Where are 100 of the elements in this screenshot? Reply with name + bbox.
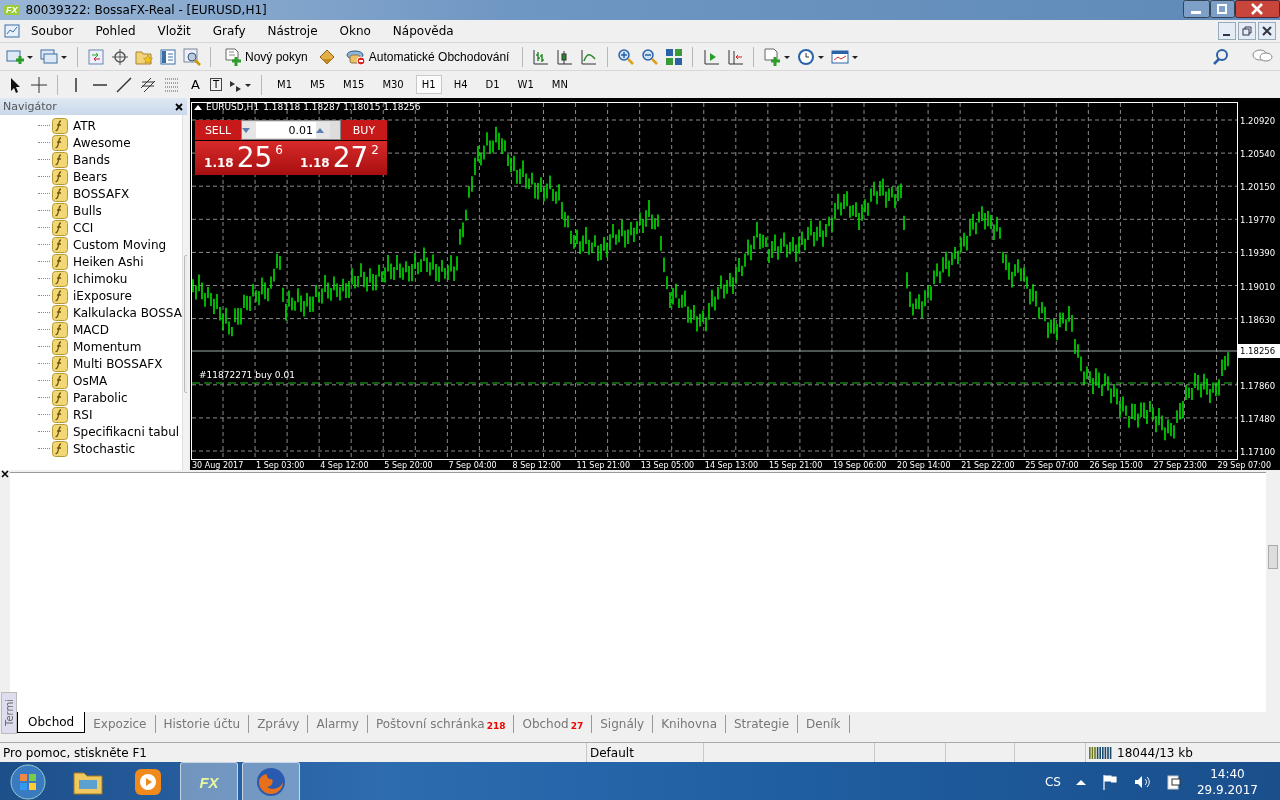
label-tool[interactable]: T — [209, 78, 222, 91]
flag-icon[interactable] — [1100, 773, 1119, 791]
terminal-tab[interactable]: Deník — [798, 715, 850, 733]
indicator-item[interactable]: Awesome — [73, 135, 131, 150]
terminal-tab[interactable]: Historie účtu — [155, 715, 250, 733]
crosshair-icon[interactable] — [111, 47, 129, 66]
terminal-tab[interactable]: Obchod — [17, 712, 86, 733]
text-tool[interactable]: A — [187, 77, 204, 92]
sell-button[interactable]: SELL — [195, 120, 241, 140]
close-icon[interactable] — [1235, 0, 1280, 18]
menu-item[interactable]: Nástroje — [256, 24, 329, 38]
function-icon — [52, 168, 68, 185]
function-icon — [52, 219, 68, 236]
candlestick-icon[interactable] — [556, 47, 575, 66]
tray-expand-icon[interactable] — [1074, 778, 1087, 786]
buy-button[interactable]: BUY — [341, 120, 387, 140]
language-indicator[interactable]: CS — [1044, 775, 1061, 789]
menu-item[interactable]: Nápověda — [381, 24, 465, 38]
document-add-icon — [224, 47, 242, 66]
function-icon — [52, 185, 68, 202]
timeframe-tab[interactable]: M30 — [376, 75, 410, 94]
search-icon[interactable] — [1212, 47, 1230, 66]
terminal-tab[interactable]: Strategie — [726, 715, 799, 733]
zoom-out-icon[interactable] — [641, 47, 660, 66]
terminal-tab[interactable]: Obchod 27 — [514, 715, 593, 733]
menu-item[interactable]: Vložit — [146, 24, 202, 38]
timeframe-tab[interactable]: H1 — [415, 75, 442, 94]
terminal-tab[interactable]: Poštovní schránka 218 — [367, 715, 515, 733]
terminal-tab[interactable]: Alarmy — [308, 715, 368, 733]
time-axis-label: 11 Sep 21:00 — [576, 461, 630, 470]
timeframe-tab[interactable]: M15 — [337, 75, 371, 94]
terminal-tab[interactable]: Knihovna — [653, 715, 726, 733]
terminal-tab[interactable]: Zprávy — [249, 715, 309, 733]
timeframe-tab[interactable]: M5 — [304, 75, 331, 94]
indicator-item[interactable]: Parabolic — [73, 390, 128, 405]
menu-item[interactable]: Pohled — [84, 24, 147, 38]
timeframe-tab[interactable]: MN — [545, 75, 574, 94]
clock[interactable]: 14:40 29.9.2017 — [1196, 766, 1258, 798]
indicator-item[interactable]: Ichimoku — [73, 271, 128, 286]
new-chart-icon[interactable] — [6, 47, 34, 66]
start-orb-icon[interactable] — [10, 764, 46, 800]
scrollbar-thumb[interactable] — [1268, 545, 1278, 569]
time-axis-label: 14 Sep 13:00 — [704, 461, 759, 470]
timeframe-tab[interactable]: H4 — [447, 75, 474, 94]
channel-icon[interactable] — [139, 75, 157, 94]
indicator-item[interactable]: CCI — [73, 220, 94, 235]
function-icon — [52, 151, 68, 168]
indicator-item[interactable]: RSI — [73, 407, 93, 422]
time-axis-label: 21 Sep 22:00 — [961, 461, 1015, 470]
indicator-item[interactable]: OsMA — [73, 373, 108, 388]
timeframe-tab[interactable]: M1 — [271, 75, 298, 94]
indicator-item[interactable]: Bulls — [73, 203, 102, 218]
close-icon[interactable] — [1258, 22, 1276, 40]
indicator-item[interactable]: Stochastic — [73, 441, 136, 456]
terminal-tab[interactable]: Signály — [592, 715, 654, 733]
terminal-side-label[interactable]: Termi — [1, 692, 17, 734]
function-icon — [52, 236, 68, 253]
price-axis-label: 1.19010 — [1240, 281, 1276, 292]
menu-item[interactable]: Soubor — [20, 24, 85, 38]
close-icon[interactable] — [1, 470, 9, 478]
indicator-item[interactable]: Bears — [73, 169, 108, 184]
menu-item[interactable]: Okno — [328, 24, 382, 38]
minimize-icon[interactable] — [1183, 0, 1210, 18]
minimize-icon[interactable] — [1218, 22, 1236, 40]
indicator-item[interactable]: Multi BOSSAFX — [73, 356, 163, 371]
indicator-item[interactable]: Momentum — [73, 339, 142, 354]
bar-chart-icon[interactable] — [532, 47, 551, 66]
chart-symbol: EURUSD,H1 — [206, 102, 260, 112]
indicator-item[interactable]: MACD — [73, 322, 109, 337]
indicator-item[interactable]: iExposure — [73, 288, 132, 303]
indicator-item[interactable]: ATR — [73, 118, 96, 133]
menu-item[interactable]: Grafy — [201, 24, 257, 38]
price-axis-label: 1.19390 — [1240, 248, 1276, 259]
close-icon[interactable] — [174, 101, 184, 112]
timeframe-tab[interactable]: D1 — [479, 75, 506, 94]
order-label: #11872271 buy 0.01 — [199, 370, 295, 380]
restore-icon[interactable] — [1210, 0, 1235, 18]
restore-icon[interactable] — [1238, 22, 1256, 40]
chart-window-icon[interactable] — [4, 23, 20, 39]
tile-windows-icon[interactable] — [665, 47, 684, 66]
indicator-item[interactable]: Heiken Ashi — [73, 254, 144, 269]
line-chart-icon[interactable] — [580, 47, 599, 66]
indicator-item[interactable]: Specifikacni tabul — [73, 424, 180, 439]
indicator-item[interactable]: Bands — [73, 152, 111, 167]
trend-line-icon[interactable] — [115, 75, 133, 94]
timeframe-tab[interactable]: W1 — [511, 75, 540, 94]
price-axis-label: 1.17860 — [1240, 380, 1276, 391]
new-order-button[interactable]: Nový pokyn — [220, 44, 312, 69]
terminal-tab[interactable]: Expozice — [85, 715, 156, 733]
zoom-in-icon[interactable] — [617, 47, 636, 66]
time-axis-label: 15 Sep 21:00 — [768, 461, 823, 470]
function-icon — [52, 134, 68, 151]
crosshair-icon[interactable] — [30, 75, 48, 94]
clock-icon[interactable] — [797, 47, 826, 66]
auto-trading-button[interactable]: Automatické Obchodování — [341, 44, 514, 69]
indicator-item[interactable]: BOSSAFX — [73, 186, 130, 201]
indicator-item[interactable]: Kalkulacka BOSSA — [73, 305, 182, 320]
function-icon — [52, 253, 68, 270]
time-axis-label: 27 Sep 23:00 — [1153, 461, 1207, 470]
indicator-item[interactable]: Custom Moving — [73, 237, 167, 252]
